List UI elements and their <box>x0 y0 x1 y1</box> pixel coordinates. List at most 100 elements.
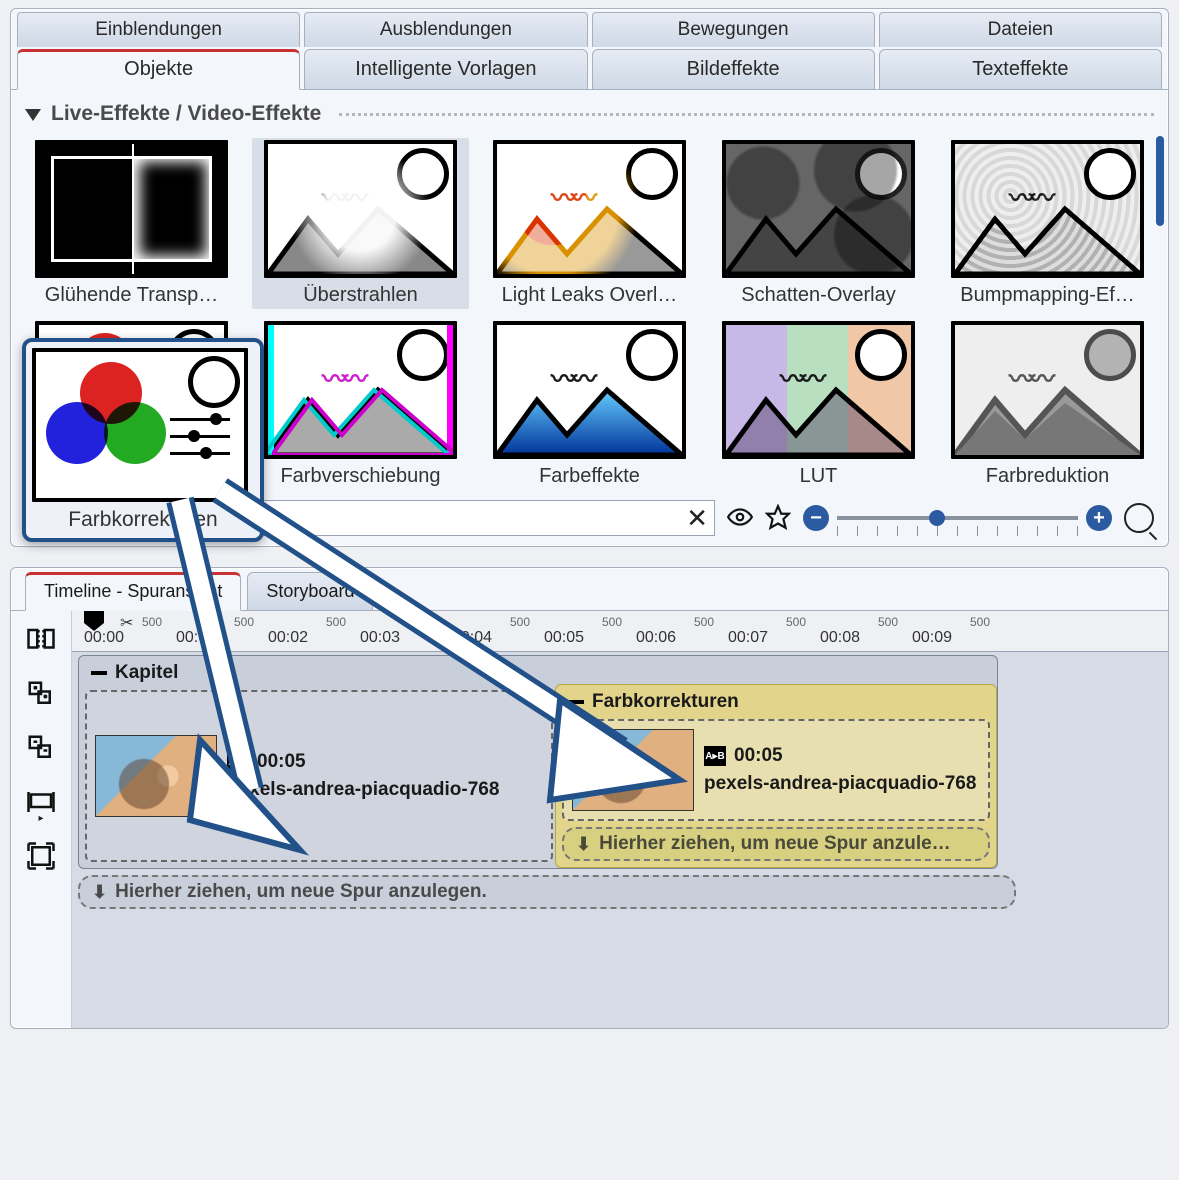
tab-intelligente-vorlagen[interactable]: Intelligente Vorlagen <box>304 49 587 90</box>
effect-item[interactable]: Schatten-Overlay <box>712 140 925 307</box>
effect-thumbnail: 〰〰 <box>493 321 686 459</box>
effect-item[interactable]: 〰〰 Farbeffekte <box>483 321 696 488</box>
clip-filename: pexels-andrea-piacquadio-768 <box>704 773 976 795</box>
timeline-ruler[interactable]: ✂ 00:0000:0150000:0250000:0350000:045000… <box>72 611 1168 652</box>
ruler-tick: 00:04 <box>452 629 492 647</box>
down-arrow-icon: ⬇ <box>92 882 107 903</box>
tab-objekte[interactable]: Objekte <box>17 49 300 90</box>
drop-zone-inner[interactable]: ⬇ Hierher ziehen, um neue Spur anzule… <box>562 827 990 861</box>
fit-width-icon[interactable]: ▸ <box>24 785 58 819</box>
effect-label: Glühende Transp… <box>45 284 218 307</box>
timeline-clip[interactable]: A▸B 00:05 pexels-andrea-piacquadio-768 <box>85 690 553 862</box>
effect-label: Farbeffekte <box>539 465 640 488</box>
dragged-thumbnail <box>32 348 248 502</box>
clip-filename: pexels-andrea-piacquadio-768 <box>227 779 499 801</box>
ruler-tick: 00:02 <box>268 629 308 647</box>
clip-thumbnail <box>572 729 694 811</box>
effect-label: Bumpmapping-Ef… <box>960 284 1135 307</box>
effect-thumbnail <box>35 140 228 278</box>
transition-icon: A▸B <box>704 746 726 766</box>
timeline-clip[interactable]: A▸B00:05 pexels-andrea-piacquadio-768 <box>562 719 990 821</box>
star-icon[interactable] <box>765 504 791 533</box>
tab-texteffekte[interactable]: Texteffekte <box>879 49 1162 90</box>
ruler-minor-tick: 500 <box>878 615 898 629</box>
ruler-tick: 00:01 <box>176 629 216 647</box>
collapse-triangle-icon[interactable] <box>25 109 41 121</box>
collapse-icon[interactable] <box>91 671 107 675</box>
ruler-minor-tick: 500 <box>418 615 438 629</box>
effect-item[interactable]: 〰〰 Überstrahlen <box>252 138 469 309</box>
thumbnail-size-slider[interactable]: − + <box>803 505 1112 531</box>
clip-duration: 00:05 <box>257 751 306 773</box>
collapse-icon[interactable] <box>568 700 584 704</box>
effect-item[interactable]: 〰〰 Light Leaks Overl… <box>483 140 696 307</box>
zoom-in-icon[interactable]: + <box>1086 505 1112 531</box>
effect-label: Light Leaks Overl… <box>502 284 678 307</box>
ruler-minor-tick: 500 <box>234 615 254 629</box>
dragged-label: Farbkorrekturen <box>32 508 254 532</box>
chapter-title: Kapitel <box>115 662 178 684</box>
tab-bewegungen[interactable]: Bewegungen <box>592 12 875 47</box>
effect-chapter-title: Farbkorrekturen <box>592 691 739 713</box>
section-header[interactable]: Live-Effekte / Video-Effekte <box>25 102 1154 126</box>
chapter-block[interactable]: Kapitel A▸B 00:05 pexels-andrea-piacquadi… <box>78 655 998 869</box>
effect-label: LUT <box>800 465 838 488</box>
tab-ausblendungen[interactable]: Ausblendungen <box>304 12 587 47</box>
effect-item[interactable]: 〰〰 LUT <box>712 321 925 488</box>
zoom-out-icon[interactable]: − <box>803 505 829 531</box>
ruler-minor-tick: 500 <box>142 615 162 629</box>
effect-label: Farbreduktion <box>986 465 1109 488</box>
effect-item[interactable]: 〰〰 Farbverschiebung <box>254 321 467 488</box>
tabs-row-upper: Einblendungen Ausblendungen Bewegungen D… <box>11 9 1168 47</box>
ruler-tick: 00:05 <box>544 629 584 647</box>
ruler-minor-tick: 500 <box>602 615 622 629</box>
effect-label: Überstrahlen <box>303 284 418 307</box>
fit-all-icon[interactable] <box>24 839 58 873</box>
effect-label: Farbverschiebung <box>280 465 440 488</box>
ruler-tick: 00:08 <box>820 629 860 647</box>
effect-thumbnail: 〰〰 <box>722 321 915 459</box>
effect-thumbnail: 〰〰 <box>264 321 457 459</box>
transition-icon: A▸B <box>227 752 249 772</box>
drop-zone-outer[interactable]: ⬇ Hierher ziehen, um neue Spur anzulegen. <box>78 875 1016 909</box>
timeline-area[interactable]: ✂ 00:0000:0150000:0250000:0350000:045000… <box>72 611 1168 1029</box>
ruler-minor-tick: 500 <box>326 615 346 629</box>
ruler-tick: 00:09 <box>912 629 952 647</box>
tab-bildeffekte[interactable]: Bildeffekte <box>592 49 875 90</box>
ruler-minor-tick: 500 <box>694 615 714 629</box>
tab-dateien[interactable]: Dateien <box>879 12 1162 47</box>
dragged-effect-card[interactable]: Farbkorrekturen <box>22 338 264 542</box>
effect-thumbnail <box>722 140 915 278</box>
tab-einblendungen[interactable]: Einblendungen <box>17 12 300 47</box>
timeline-panel: Timeline - Spuransicht Storyboard ▸ ✂ 00… <box>10 567 1169 1029</box>
effect-thumbnail: 〰〰 <box>951 140 1144 278</box>
eye-icon[interactable] <box>727 504 753 533</box>
ruler-minor-tick: 500 <box>510 615 530 629</box>
playhead-icon[interactable] <box>84 611 104 631</box>
clear-search-icon[interactable]: ✕ <box>686 503 708 534</box>
timeline-toolbar: ▸ <box>11 611 72 1029</box>
ruler-tick: 00:07 <box>728 629 768 647</box>
effect-thumbnail: 〰〰 <box>493 140 686 278</box>
ruler-tick: 00:06 <box>636 629 676 647</box>
remove-track-icon[interactable] <box>24 731 58 765</box>
effect-item[interactable]: 〰〰 Farbreduktion <box>941 321 1154 488</box>
tab-storyboard[interactable]: Storyboard <box>247 572 373 611</box>
ruler-minor-tick: 500 <box>786 615 806 629</box>
clip-thumbnail <box>95 735 217 817</box>
effect-chapter-block[interactable]: Farbkorrekturen A▸B00:05 pexels-andrea-p… <box>555 684 997 868</box>
drop-zone-label: Hierher ziehen, um neue Spur anzule… <box>599 833 951 855</box>
split-clip-icon[interactable] <box>24 623 58 657</box>
add-track-icon[interactable] <box>24 677 58 711</box>
zoom-reset-icon[interactable] <box>1124 503 1154 533</box>
effect-item[interactable]: 〰〰 Bumpmapping-Ef… <box>941 140 1154 307</box>
tabs-row-lower: Objekte Intelligente Vorlagen Bildeffekt… <box>11 47 1168 90</box>
tab-timeline[interactable]: Timeline - Spuransicht <box>25 572 241 611</box>
effect-item[interactable]: Glühende Transp… <box>25 140 238 307</box>
section-title-text: Live-Effekte / Video-Effekte <box>51 102 321 126</box>
ruler-tick: 00:03 <box>360 629 400 647</box>
drop-zone-label: Hierher ziehen, um neue Spur anzulegen. <box>115 881 487 903</box>
effect-thumbnail: 〰〰 <box>951 321 1144 459</box>
down-arrow-icon: ⬇ <box>576 834 591 855</box>
panel-scrollbar[interactable] <box>1156 108 1164 486</box>
